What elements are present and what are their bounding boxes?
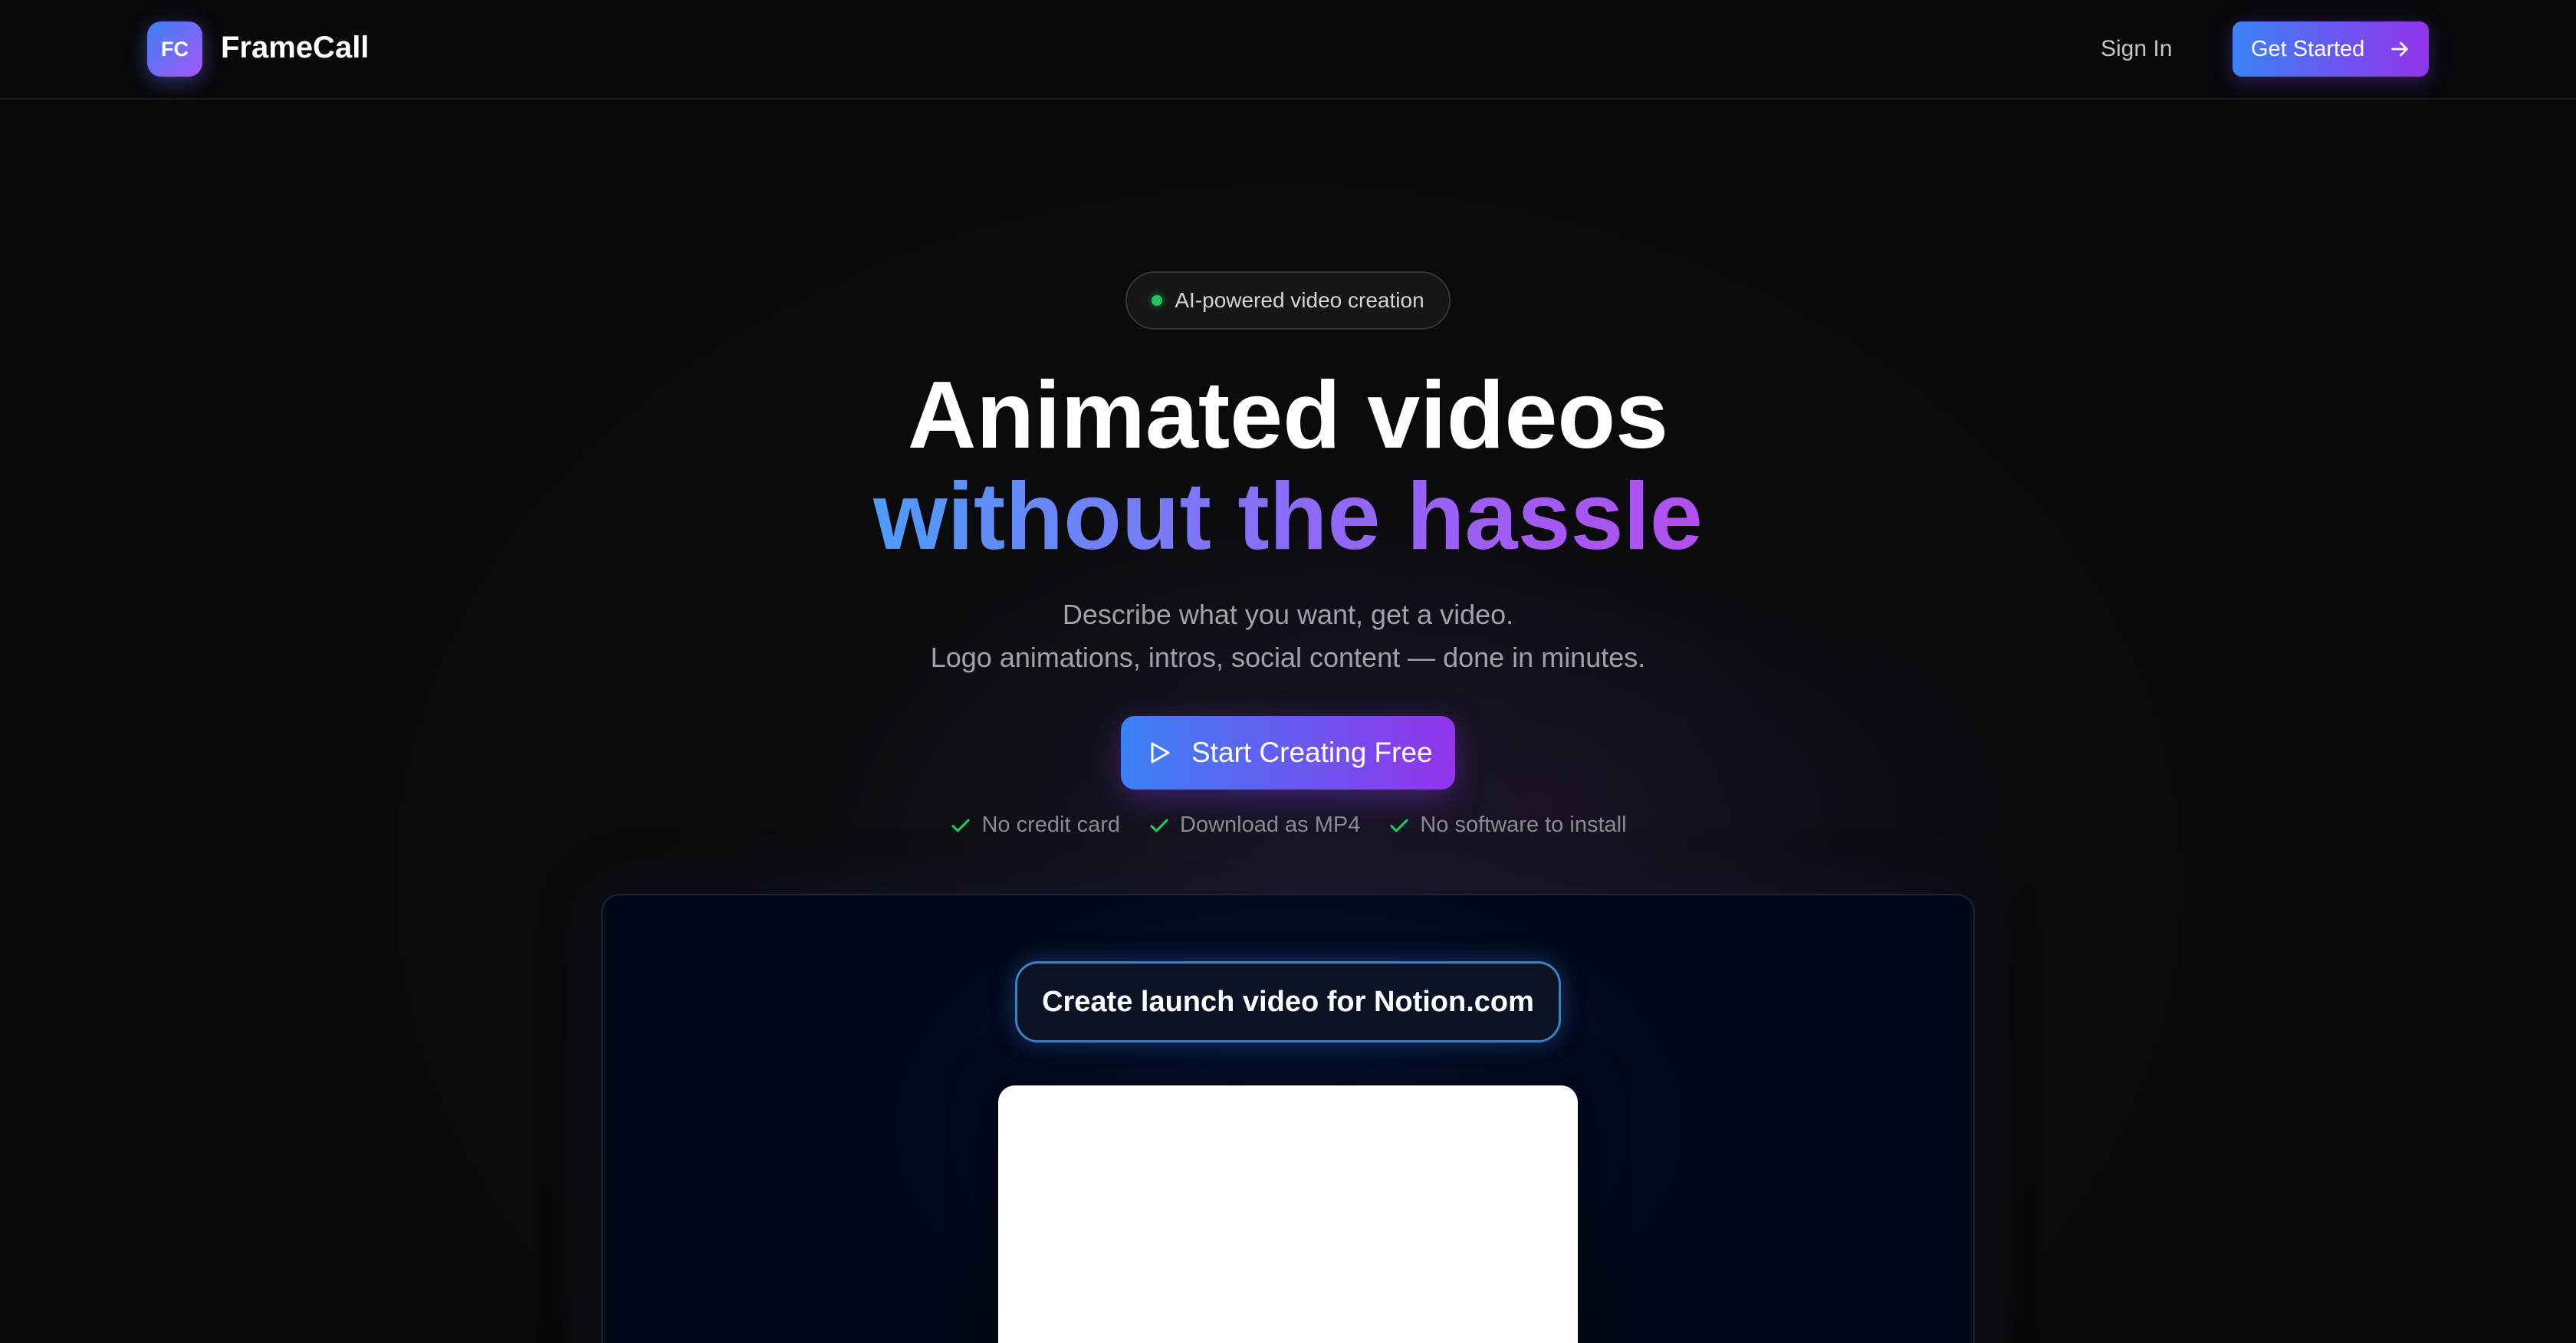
play-icon xyxy=(1151,742,1170,763)
logo-mark[interactable]: FC xyxy=(147,21,202,77)
sign-in-link[interactable]: Sign In xyxy=(2101,32,2172,66)
status-dot-icon xyxy=(1152,295,1163,306)
check-label: No software to install xyxy=(1420,813,1627,837)
check-item-no-credit-card: No credit card xyxy=(949,813,1120,838)
feature-checklist: No credit card Download as MP4 No softwa… xyxy=(0,813,2576,838)
landing-page: FC FrameCall Sign In Get Started AI-powe… xyxy=(0,0,2576,1343)
get-started-label: Get Started xyxy=(2251,36,2365,61)
check-icon xyxy=(1390,819,1408,832)
start-creating-button[interactable]: Start Creating Free xyxy=(1121,716,1455,790)
demo-prompt-box: Create launch video for Notion.com xyxy=(1015,961,1561,1043)
check-icon xyxy=(951,819,971,832)
top-nav: FC FrameCall Sign In Get Started xyxy=(0,0,2576,100)
hero-subtitle-line1: Describe what you want, get a video. xyxy=(1062,599,1514,630)
check-label: Download as MP4 xyxy=(1180,813,1361,837)
check-item-download-mp4: Download as MP4 xyxy=(1148,813,1360,838)
check-item-no-software: No software to install xyxy=(1388,813,1627,838)
get-started-button[interactable]: Get Started xyxy=(2233,21,2429,77)
ai-badge-text: AI-powered video creation xyxy=(1175,288,1424,312)
hero-title-line2: without the hassle xyxy=(0,465,2576,569)
video-preview-card xyxy=(998,1085,1578,1343)
start-creating-label: Start Creating Free xyxy=(1191,737,1433,768)
hero-subtitle-line2: Logo animations, intros, social content … xyxy=(930,642,1646,673)
check-label: No credit card xyxy=(981,813,1120,837)
check-icon xyxy=(1150,819,1168,832)
ai-badge: AI-powered video creation xyxy=(1125,271,1451,330)
hero-title-gradient-text: without the hassle xyxy=(873,464,1703,570)
brand-name[interactable]: FrameCall xyxy=(221,29,369,66)
arrow-right-icon xyxy=(2391,41,2408,57)
hero-title-line1: Animated videos xyxy=(907,363,1669,468)
